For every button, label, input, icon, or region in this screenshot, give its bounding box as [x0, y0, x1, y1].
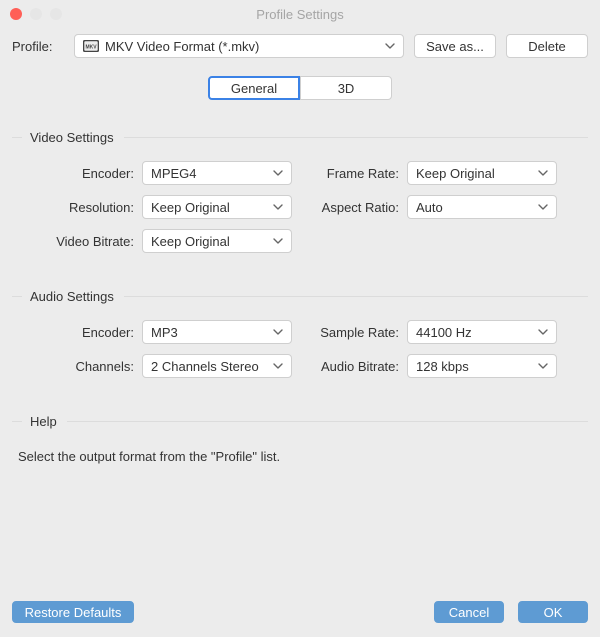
tabs: General 3D	[12, 76, 588, 100]
close-icon[interactable]	[10, 8, 22, 20]
help-group: Help Select the output format from the "…	[12, 414, 588, 464]
chevron-down-icon	[273, 238, 283, 244]
video-bitrate-value: Keep Original	[151, 234, 230, 249]
chevron-down-icon	[273, 170, 283, 176]
zoom-icon	[50, 8, 62, 20]
sample-rate-label: Sample Rate:	[309, 325, 407, 340]
delete-label: Delete	[528, 39, 566, 54]
save-as-button[interactable]: Save as...	[414, 34, 496, 58]
footer: Restore Defaults Cancel OK	[0, 591, 600, 637]
channels-label: Channels:	[12, 359, 142, 374]
ok-button[interactable]: OK	[518, 601, 588, 623]
profile-select-value: MKV Video Format (*.mkv)	[105, 39, 379, 54]
audio-settings-header: Audio Settings	[12, 289, 588, 304]
profile-row: Profile: MKV MKV Video Format (*.mkv) Sa…	[12, 34, 588, 58]
frame-rate-value: Keep Original	[416, 166, 495, 181]
save-as-label: Save as...	[426, 39, 484, 54]
channels-select[interactable]: 2 Channels Stereo	[142, 354, 292, 378]
mkv-format-icon: MKV	[83, 39, 99, 53]
restore-defaults-button[interactable]: Restore Defaults	[12, 601, 134, 623]
frame-rate-select[interactable]: Keep Original	[407, 161, 557, 185]
delete-button[interactable]: Delete	[506, 34, 588, 58]
tab-3d-label: 3D	[338, 81, 355, 96]
tab-general-label: General	[231, 81, 277, 96]
audio-bitrate-value: 128 kbps	[416, 359, 469, 374]
audio-encoder-label: Encoder:	[12, 325, 142, 340]
tab-3d[interactable]: 3D	[300, 76, 392, 100]
svg-text:MKV: MKV	[85, 45, 97, 51]
window-title: Profile Settings	[0, 7, 600, 22]
chevron-down-icon	[538, 329, 548, 335]
aspect-ratio-label: Aspect Ratio:	[309, 200, 407, 215]
video-bitrate-select[interactable]: Keep Original	[142, 229, 292, 253]
audio-encoder-select[interactable]: MP3	[142, 320, 292, 344]
ok-label: OK	[544, 605, 563, 620]
titlebar: Profile Settings	[0, 0, 600, 28]
sample-rate-select[interactable]: 44100 Hz	[407, 320, 557, 344]
aspect-ratio-select[interactable]: Auto	[407, 195, 557, 219]
cancel-button[interactable]: Cancel	[434, 601, 504, 623]
minimize-icon	[30, 8, 42, 20]
audio-bitrate-label: Audio Bitrate:	[309, 359, 407, 374]
profile-label: Profile:	[12, 39, 64, 54]
video-settings-header: Video Settings	[12, 130, 588, 145]
video-settings-title: Video Settings	[30, 130, 114, 145]
resolution-value: Keep Original	[151, 200, 230, 215]
video-settings-group: Video Settings Encoder: MPEG4 Frame Rate…	[12, 130, 588, 253]
chevron-down-icon	[538, 204, 548, 210]
chevron-down-icon	[538, 363, 548, 369]
video-encoder-select[interactable]: MPEG4	[142, 161, 292, 185]
chevron-down-icon	[273, 363, 283, 369]
chevron-down-icon	[385, 43, 395, 49]
cancel-label: Cancel	[449, 605, 489, 620]
channels-value: 2 Channels Stereo	[151, 359, 259, 374]
help-header: Help	[12, 414, 588, 429]
profile-select[interactable]: MKV MKV Video Format (*.mkv)	[74, 34, 404, 58]
aspect-ratio-value: Auto	[416, 200, 443, 215]
resolution-select[interactable]: Keep Original	[142, 195, 292, 219]
video-encoder-value: MPEG4	[151, 166, 197, 181]
video-bitrate-label: Video Bitrate:	[12, 234, 142, 249]
restore-defaults-label: Restore Defaults	[25, 605, 122, 620]
help-title: Help	[30, 414, 57, 429]
chevron-down-icon	[273, 204, 283, 210]
chevron-down-icon	[273, 329, 283, 335]
tab-general[interactable]: General	[208, 76, 300, 100]
resolution-label: Resolution:	[12, 200, 142, 215]
audio-bitrate-select[interactable]: 128 kbps	[407, 354, 557, 378]
help-text: Select the output format from the "Profi…	[12, 445, 588, 464]
chevron-down-icon	[538, 170, 548, 176]
audio-encoder-value: MP3	[151, 325, 178, 340]
window-controls	[10, 8, 62, 20]
video-encoder-label: Encoder:	[12, 166, 142, 181]
audio-settings-title: Audio Settings	[30, 289, 114, 304]
frame-rate-label: Frame Rate:	[309, 166, 407, 181]
sample-rate-value: 44100 Hz	[416, 325, 472, 340]
audio-settings-group: Audio Settings Encoder: MP3 Sample Rate:…	[12, 289, 588, 378]
